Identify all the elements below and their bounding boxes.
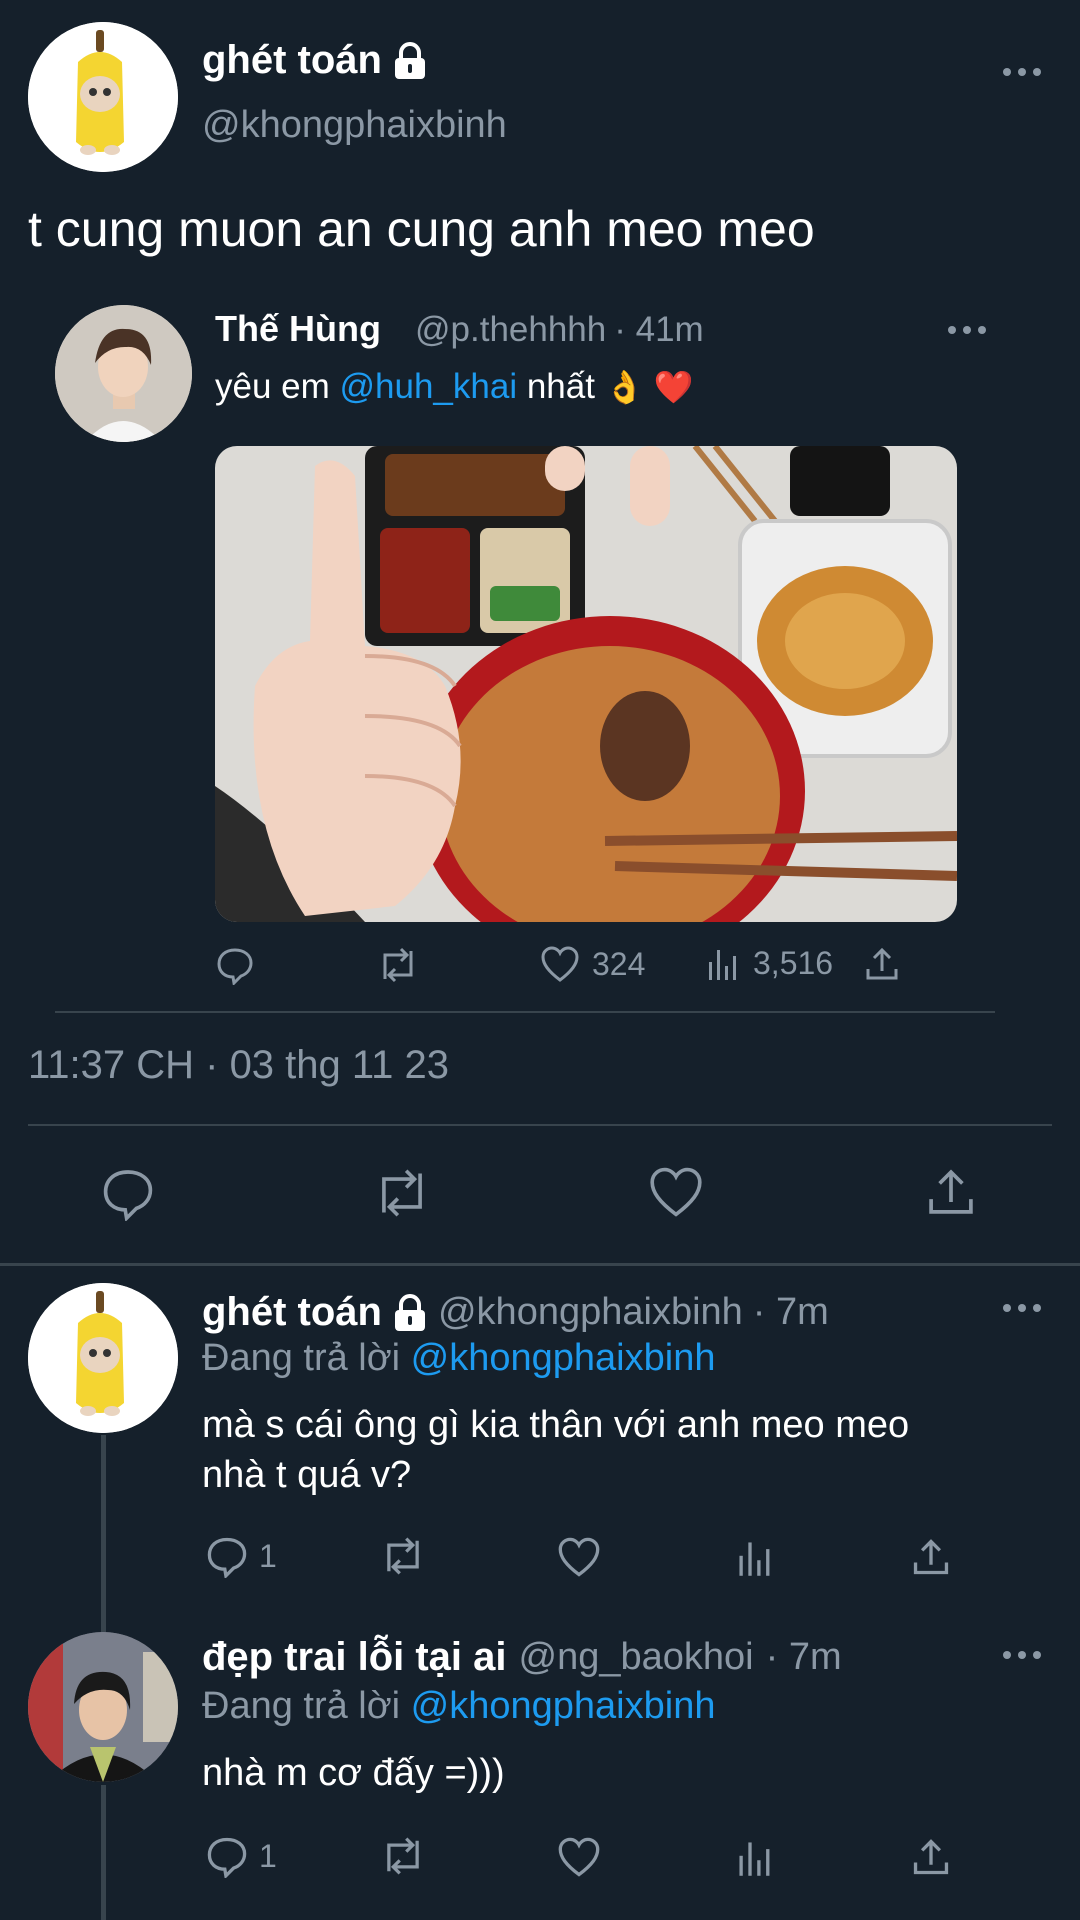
main-author-avatar[interactable]: [28, 22, 178, 172]
reply2-text: nhà m cơ đấy =))): [202, 1752, 505, 1794]
thread-line: [101, 1785, 106, 1920]
reply2-author-name[interactable]: đẹp trai lỗi tại ai: [202, 1635, 507, 1680]
reply2-retweet-button[interactable]: [378, 1834, 428, 1878]
share-icon: [924, 1165, 978, 1219]
reply-more-options-icon[interactable]: [1000, 1298, 1044, 1318]
quote-author-handle[interactable]: @p.thehhhh: [415, 310, 606, 350]
main-like-button[interactable]: [648, 1165, 704, 1219]
reply-icon: [215, 945, 255, 985]
quote-emoji: 👌 ❤️: [604, 369, 694, 405]
main-author-name[interactable]: ghét toán: [202, 38, 382, 83]
quote-author-avatar[interactable]: [55, 305, 192, 442]
retweet-icon: [378, 1534, 428, 1578]
reply2-reply-button[interactable]: 1: [205, 1834, 277, 1878]
retweet-icon: [378, 1834, 428, 1878]
food-photo-image: [215, 446, 957, 922]
main-tweet-text: t cung muon an cung anh meo meo: [28, 201, 815, 257]
food-photo[interactable]: [215, 446, 957, 922]
heart-icon: [557, 1536, 601, 1578]
banana-cat-avatar-image: [28, 1283, 178, 1433]
views-chart-icon: [735, 1838, 775, 1878]
reply-time: · 7m: [752, 1291, 829, 1333]
main-share-button[interactable]: [924, 1165, 978, 1219]
lock-icon: [392, 1293, 428, 1332]
main-author-name-row[interactable]: ghét toán: [202, 38, 428, 83]
replying-to-link[interactable]: @khongphaixbinh: [411, 1337, 716, 1379]
reply-icon: [205, 1834, 249, 1878]
share-icon: [910, 1836, 952, 1878]
quote-reply-button[interactable]: [215, 945, 255, 985]
quote-tweet-text: yêu em @huh_khai nhất 👌 ❤️: [215, 367, 693, 407]
views-chart-icon: [705, 946, 741, 982]
reply-reply-button[interactable]: 1: [205, 1534, 277, 1578]
section-divider: [0, 1263, 1080, 1266]
share-icon: [863, 945, 901, 983]
share-icon: [910, 1536, 952, 1578]
retweet-icon: [370, 1165, 434, 1221]
reply-icon: [205, 1534, 249, 1578]
reply2-share-button[interactable]: [910, 1836, 952, 1878]
reply-count: 1: [259, 1537, 277, 1574]
replying-to-link[interactable]: @khongphaixbinh: [411, 1685, 716, 1727]
quote-text-after: nhất: [517, 367, 595, 406]
quote-retweet-button[interactable]: [375, 945, 421, 985]
tweet-timestamp[interactable]: 11:37 CH · 03 thg 11 23: [28, 1043, 449, 1088]
quote-handle-time[interactable]: @p.thehhhh · 41m: [415, 310, 704, 350]
main-reply-button[interactable]: [100, 1165, 156, 1221]
quote-text-before: yêu em: [215, 367, 340, 406]
quote-like-count: 324: [592, 945, 646, 982]
quote-like-button[interactable]: 324: [540, 945, 645, 983]
reply2-more-options-icon[interactable]: [1000, 1645, 1044, 1665]
lock-icon: [392, 41, 428, 80]
heart-icon: [557, 1836, 601, 1878]
reply2-time: · 7m: [765, 1636, 842, 1678]
quote-action-bar: 324 3,516: [215, 945, 915, 995]
thread-line: [101, 1435, 106, 1635]
retweet-icon: [375, 945, 421, 985]
quote-more-options-icon[interactable]: [945, 320, 989, 340]
reply-header: ghét toán @khongphaixbinh · 7m: [202, 1290, 829, 1335]
more-options-icon[interactable]: [1000, 62, 1044, 82]
divider: [55, 1011, 995, 1013]
reply-views-button[interactable]: [735, 1538, 775, 1578]
reply-author-handle[interactable]: @khongphaixbinh: [438, 1291, 743, 1334]
reply-share-button[interactable]: [910, 1536, 952, 1578]
main-author-handle[interactable]: @khongphaixbinh: [202, 104, 507, 147]
quote-author-name[interactable]: Thế Hùng: [215, 308, 381, 350]
reply2-author-handle[interactable]: @ng_baokhoi: [519, 1636, 754, 1679]
replying-to-label: Đang trả lời: [202, 1337, 401, 1379]
reply-author-avatar[interactable]: [28, 1283, 178, 1433]
heart-icon: [648, 1165, 704, 1219]
views-chart-icon: [735, 1538, 775, 1578]
main-retweet-button[interactable]: [370, 1165, 434, 1221]
quote-views-button[interactable]: 3,516: [705, 945, 833, 982]
reply2-views-button[interactable]: [735, 1838, 775, 1878]
divider: [28, 1124, 1052, 1126]
reply2-like-button[interactable]: [557, 1836, 601, 1878]
reply-text: mà s cái ông gì kia thân với anh meo meo…: [202, 1400, 909, 1500]
replying-to-line: Đang trả lời @khongphaixbinh: [202, 1685, 715, 1728]
reply2-avatar-photo: [28, 1632, 178, 1782]
reply-icon: [100, 1165, 156, 1221]
replying-to-label: Đang trả lời: [202, 1685, 401, 1727]
replying-to-line: Đang trả lời @khongphaixbinh: [202, 1337, 715, 1380]
reply2-count: 1: [259, 1837, 277, 1874]
reply-text-line: mà s cái ông gì kia thân với anh meo meo: [202, 1404, 910, 1446]
banana-cat-avatar-image: [28, 22, 178, 172]
quote-time: · 41m: [614, 310, 704, 349]
quote-view-count: 3,516: [753, 945, 834, 981]
heart-icon: [540, 945, 580, 983]
reply-retweet-button[interactable]: [378, 1534, 428, 1578]
quote-mention-link[interactable]: @huh_khai: [340, 367, 518, 406]
reply2-author-avatar[interactable]: [28, 1632, 178, 1782]
reply-author-name[interactable]: ghét toán: [202, 1290, 382, 1335]
quote-share-button[interactable]: [863, 945, 901, 983]
quote-avatar-photo: [55, 305, 192, 442]
reply-like-button[interactable]: [557, 1536, 601, 1578]
reply-text-line: nhà t quá v?: [202, 1454, 412, 1496]
reply2-header: đẹp trai lỗi tại ai @ng_baokhoi · 7m: [202, 1635, 842, 1680]
